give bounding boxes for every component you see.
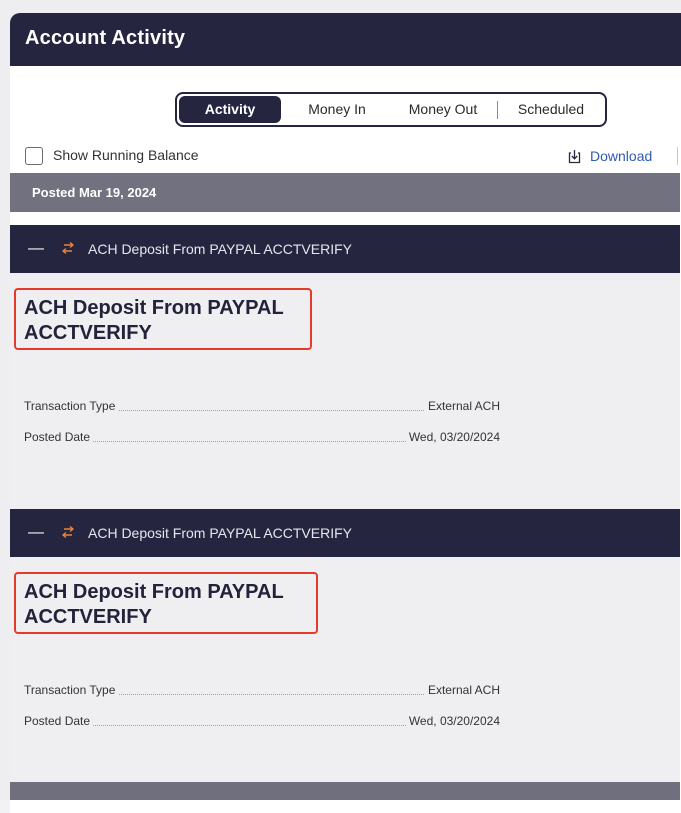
transaction-header-bar[interactable]: — ACH Deposit From PAYPAL ACCTVERIFY [10, 509, 680, 557]
detail-row: Posted Date Wed, 03/20/2024 [24, 430, 500, 446]
collapse-icon[interactable]: — [28, 240, 44, 258]
collapse-icon[interactable]: — [28, 524, 44, 542]
detail-label: Posted Date [24, 714, 94, 728]
detail-value: Wed, 03/20/2024 [405, 430, 500, 444]
detail-label: Transaction Type [24, 399, 119, 413]
swap-arrows-icon [61, 241, 75, 255]
detail-row: Posted Date Wed, 03/20/2024 [24, 714, 500, 730]
detail-label: Posted Date [24, 430, 94, 444]
running-balance-label: Show Running Balance [53, 147, 199, 163]
download-label: Download [590, 148, 653, 164]
tab-money-out[interactable]: Money Out [391, 94, 495, 125]
activity-tabs: Activity Money In Money Out Scheduled [175, 92, 607, 127]
detail-value: External ACH [424, 399, 500, 413]
page-title: Account Activity [25, 27, 186, 49]
download-icon [568, 150, 581, 164]
next-section-header [10, 782, 680, 800]
tab-divider [497, 101, 498, 119]
toolbar-divider [677, 147, 678, 165]
header-bar: Account Activity ⋮ [10, 13, 681, 66]
transaction-bar-label: ACH Deposit From PAYPAL ACCTVERIFY [88, 241, 352, 257]
transaction-title-line2: ACCTVERIFY [24, 322, 152, 344]
date-group-header: Posted Mar 19, 2024 [10, 173, 680, 212]
detail-label: Transaction Type [24, 683, 119, 697]
transaction-header-bar[interactable]: — ACH Deposit From PAYPAL ACCTVERIFY [10, 225, 680, 273]
transaction-details: ACH Deposit From PAYPAL ACCTVERIFY Trans… [10, 557, 680, 782]
swap-arrows-icon [61, 525, 75, 539]
transaction-title: ACH Deposit From PAYPAL ACCTVERIFY [24, 296, 324, 346]
tab-activity[interactable]: Activity [179, 96, 281, 123]
tab-scheduled[interactable]: Scheduled [499, 94, 603, 125]
detail-row: Transaction Type External ACH [24, 683, 500, 699]
tab-money-in[interactable]: Money In [285, 94, 389, 125]
detail-value: External ACH [424, 683, 500, 697]
date-group-label: Posted Mar 19, 2024 [32, 185, 157, 200]
transaction-title-line1: ACH Deposit From PAYPAL [24, 581, 284, 603]
detail-row: Transaction Type External ACH [24, 399, 500, 415]
transaction-title-line1: ACH Deposit From PAYPAL [24, 297, 284, 319]
detail-value: Wed, 03/20/2024 [405, 714, 500, 728]
transaction-details: ACH Deposit From PAYPAL ACCTVERIFY Trans… [10, 273, 680, 509]
transaction-title: ACH Deposit From PAYPAL ACCTVERIFY [24, 580, 324, 630]
running-balance-checkbox[interactable] [25, 147, 43, 165]
transaction-bar-label: ACH Deposit From PAYPAL ACCTVERIFY [88, 525, 352, 541]
transaction-title-line2: ACCTVERIFY [24, 606, 152, 628]
